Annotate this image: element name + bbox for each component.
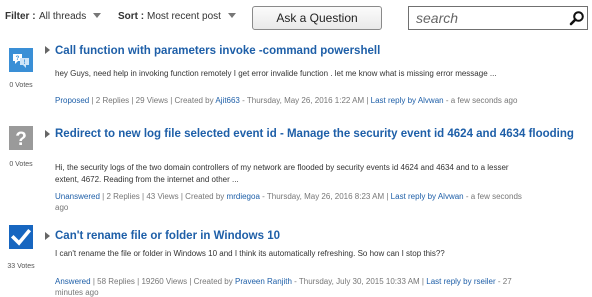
last-reply-author-link[interactable]: Alvwan xyxy=(438,192,464,201)
filter-chevron-down-icon[interactable] xyxy=(93,13,101,18)
thread-title-link[interactable]: Redirect to new log file selected event … xyxy=(55,126,585,142)
thread-stats: | 2 Replies | 29 Views | Created by xyxy=(91,96,214,105)
thread-title-link[interactable]: Call function with parameters invoke -co… xyxy=(55,43,585,59)
last-reply-by: by xyxy=(427,192,437,201)
filter-dropdown[interactable]: All threads xyxy=(39,11,86,22)
thread-meta: Answered | 58 Replies | 19260 Views | Cr… xyxy=(55,276,535,297)
svg-text:?: ? xyxy=(15,129,27,150)
last-reply-by: by xyxy=(407,96,417,105)
svg-text:!: ! xyxy=(24,60,26,66)
last-reply-author-link[interactable]: rseiler xyxy=(474,277,496,286)
status-link[interactable]: Proposed xyxy=(55,96,89,105)
last-reply-author-link[interactable]: Alvwan xyxy=(418,96,444,105)
thread-item: 33 Votes Can't rename file or folder in … xyxy=(0,222,592,297)
vote-count: 0 Votes xyxy=(9,161,33,168)
created-date: - Thursday, May 26, 2016 8:23 AM | xyxy=(262,192,389,201)
sort-label: Sort : xyxy=(118,11,145,22)
sort-chevron-down-icon[interactable] xyxy=(228,13,236,18)
proposed-answer-icon: ? ! xyxy=(9,48,33,72)
expand-arrow-icon[interactable] xyxy=(45,130,50,138)
ask-question-button[interactable]: Ask a Question xyxy=(252,6,382,30)
svg-text:?: ? xyxy=(16,56,20,62)
filter-label: Filter : xyxy=(5,11,36,22)
status-link[interactable]: Unanswered xyxy=(55,192,100,201)
thread-excerpt: hey Guys, need help in invoking function… xyxy=(55,69,497,78)
thread-item: ? ! 0 Votes Call function with parameter… xyxy=(0,40,592,120)
last-reply-by: by xyxy=(463,277,472,286)
status-link[interactable]: Answered xyxy=(55,277,91,286)
thread-stats: | 2 Replies | 43 Views | Created by xyxy=(102,192,225,201)
question-mark-icon: ? xyxy=(9,126,33,150)
created-date: - Thursday, May 26, 2016 1:22 AM | xyxy=(242,96,369,105)
search-input[interactable] xyxy=(410,8,560,28)
thread-excerpt: Hi, the security logs of the two domain … xyxy=(55,163,509,184)
answered-check-icon xyxy=(9,225,33,249)
author-link[interactable]: Ajit663 xyxy=(215,96,239,105)
last-reply-link[interactable]: Last reply xyxy=(371,96,406,105)
thread-item: ? 0 Votes Redirect to new log file selec… xyxy=(0,120,592,220)
created-date: - Thursday, July 30, 2015 10:33 AM | xyxy=(294,277,425,286)
last-reply-time: - a few seconds ago xyxy=(445,96,518,105)
thread-stats: | 58 Replies | 19260 Views | Created by xyxy=(92,277,233,286)
last-reply-link[interactable]: Last reply xyxy=(391,192,426,201)
sort-dropdown[interactable]: Most recent post xyxy=(147,11,221,22)
author-link[interactable]: Praveen Ranjith xyxy=(235,277,292,286)
search-box xyxy=(408,6,588,30)
thread-title-link[interactable]: Can't rename file or folder in Windows 1… xyxy=(55,228,585,244)
thread-excerpt: I can't rename the file or folder in Win… xyxy=(55,249,445,258)
thread-meta: Proposed | 2 Replies | 29 Views | Create… xyxy=(55,95,535,106)
vote-count: 0 Votes xyxy=(9,82,33,89)
search-icon[interactable] xyxy=(569,10,585,26)
expand-arrow-icon[interactable] xyxy=(45,232,50,240)
author-link[interactable]: mrdiegoa xyxy=(227,192,260,201)
thread-meta: Unanswered | 2 Replies | 43 Views | Crea… xyxy=(55,191,535,213)
last-reply-link[interactable]: Last reply xyxy=(426,277,461,286)
thread-toolbar: Filter : All threads Sort : Most recent … xyxy=(0,0,592,36)
expand-arrow-icon[interactable] xyxy=(45,46,50,54)
vote-count: 33 Votes xyxy=(7,263,35,270)
